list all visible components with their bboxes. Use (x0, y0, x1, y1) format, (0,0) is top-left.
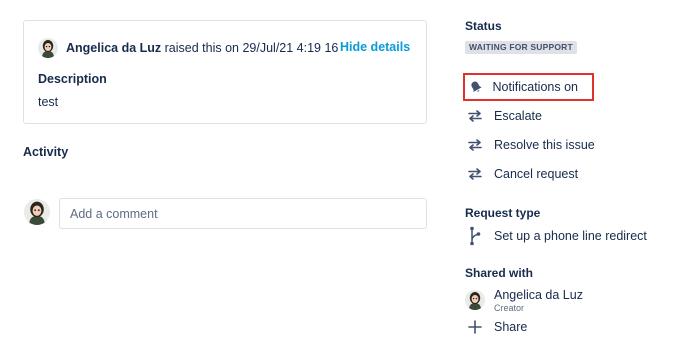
cancel-request-label: Cancel request (494, 167, 579, 181)
add-comment-input[interactable] (59, 198, 427, 229)
status-badge: WAITING FOR SUPPORT (465, 41, 577, 54)
bell-icon (468, 77, 484, 97)
shared-user-name: Angelica da Luz (494, 288, 583, 302)
transition-arrows-icon (465, 135, 485, 155)
shared-with-title: Shared with (465, 266, 534, 280)
branch-icon (465, 226, 485, 246)
plus-icon (465, 317, 485, 337)
notifications-toggle-button[interactable]: Notifications on (463, 73, 594, 101)
transition-arrows-icon (465, 164, 485, 184)
shared-user-role: Creator (494, 303, 525, 313)
raised-text: Angelica da Luz raised this on 29/Jul/21… (66, 41, 338, 55)
escalate-button[interactable]: Escalate (465, 103, 542, 129)
share-button[interactable]: Share (465, 317, 527, 337)
share-label: Share (494, 320, 528, 334)
description-label: Description (38, 72, 107, 86)
resolve-issue-button[interactable]: Resolve this issue (465, 132, 595, 158)
cancel-request-button[interactable]: Cancel request (465, 161, 578, 187)
status-title: Status (465, 19, 502, 33)
reporter-line: Angelica da Luz raised this on 29/Jul/21… (38, 38, 338, 58)
request-type-item: Set up a phone line redirect (465, 226, 647, 246)
reporter-name: Angelica da Luz (66, 41, 162, 55)
hide-details-link[interactable]: Hide details (340, 40, 410, 54)
description-value: test (38, 95, 59, 109)
resolve-issue-label: Resolve this issue (494, 138, 595, 152)
request-type-value: Set up a phone line redirect (494, 229, 647, 243)
raised-date-text: raised this on 29/Jul/21 4:19 16 (164, 41, 339, 55)
transition-arrows-icon (465, 106, 485, 126)
activity-title: Activity (23, 145, 69, 159)
notifications-label: Notifications on (492, 80, 578, 94)
reporter-avatar (38, 38, 58, 58)
shared-user-avatar (465, 290, 485, 310)
escalate-label: Escalate (494, 109, 542, 123)
shared-user: Angelica da Luz Creator (465, 288, 583, 313)
commenter-avatar (24, 199, 50, 225)
request-details-card: Angelica da Luz raised this on 29/Jul/21… (23, 20, 427, 124)
request-type-title: Request type (465, 206, 541, 220)
